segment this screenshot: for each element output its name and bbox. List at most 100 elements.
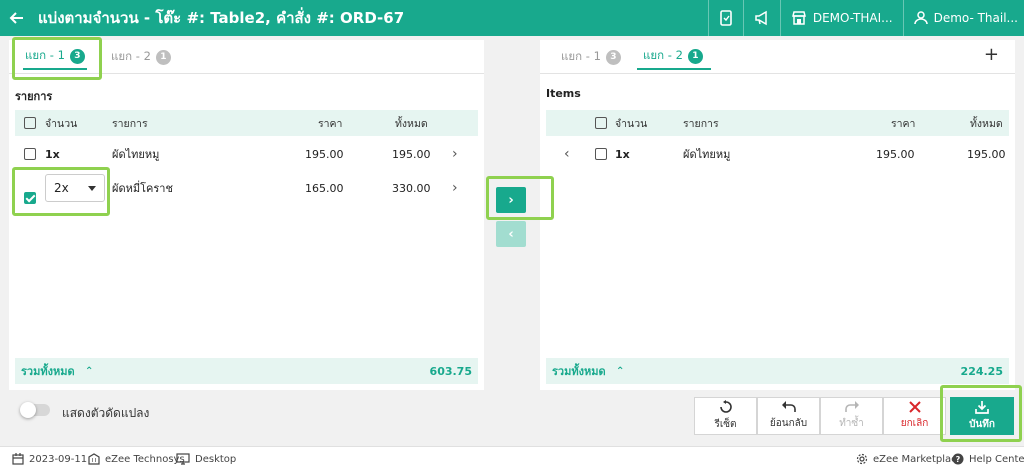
table-header: จำนวน รายการ ราคา ทั้งหมด	[15, 110, 478, 136]
undo-label: ย้อนกลับ	[769, 418, 808, 429]
chevron-left-icon: ‹	[508, 226, 514, 242]
tab-count-badge: 1	[155, 49, 171, 65]
row-total: 195.00	[392, 147, 431, 161]
close-icon	[908, 401, 921, 416]
column-price: ราคา	[318, 117, 343, 130]
undo-icon	[781, 401, 797, 416]
page-title: แบ่งตามจำนวน - โต๊ะ #: Table2, คำสั่ง #:…	[38, 9, 405, 27]
undo-button[interactable]: ย้อนกลับ	[757, 397, 820, 435]
chevron-right-icon[interactable]: ›	[452, 146, 458, 162]
cancel-button[interactable]: ยกเลิก	[883, 397, 946, 435]
table-row[interactable]: 1x ผัดไทยหมู 195.00 195.00 ›	[15, 138, 478, 170]
marketplace-link[interactable]: eZee Marketplace	[873, 454, 963, 465]
left-tab-split-2[interactable]: แยก - 2 1	[111, 44, 171, 70]
tablet-button[interactable]	[707, 0, 743, 36]
reset-label: รีเซ็ต	[714, 419, 737, 430]
redo-label: ทำซ้ำ	[839, 418, 864, 429]
total-bar[interactable]: รวมทั้งหมด ⌃ 224.25	[546, 358, 1009, 384]
footer-help[interactable]: ? Help Center	[952, 453, 1024, 465]
help-link[interactable]: Help Center	[969, 454, 1024, 465]
download-icon	[975, 400, 989, 417]
dropdown-caret-icon	[88, 185, 96, 191]
chevron-right-icon[interactable]: ›	[452, 180, 458, 196]
total-bar[interactable]: รวมทั้งหมด ⌃ 603.75	[15, 358, 478, 384]
footer-company: eZee Technosys	[88, 453, 185, 465]
save-button[interactable]: บันทึก	[950, 397, 1014, 435]
left-tab-bar: แยก - 1 3 แยก - 2 1	[9, 40, 484, 74]
device-text: Desktop	[195, 453, 237, 465]
right-split-panel: แยก - 1 3 แยก - 2 1 + Items จำนวน รายการ…	[540, 40, 1015, 390]
chevron-up-icon: ⌃	[85, 365, 94, 377]
user-icon	[913, 11, 928, 25]
announcement-button[interactable]	[742, 0, 780, 36]
select-all-checkbox[interactable]	[595, 117, 607, 129]
row-price: 165.00	[305, 181, 344, 195]
row-item: ผัดไทยหมู	[683, 148, 731, 161]
add-split-button[interactable]: +	[984, 44, 999, 65]
table-header: จำนวน รายการ ราคา ทั้งหมด	[546, 110, 1009, 136]
row-total: 330.00	[392, 181, 431, 195]
back-arrow-icon[interactable]	[0, 0, 34, 36]
store-icon	[791, 10, 807, 26]
column-qty: จำนวน	[45, 117, 78, 130]
reset-button[interactable]: รีเซ็ต	[694, 397, 757, 435]
toggle-knob	[20, 402, 36, 418]
move-right-button[interactable]: ›	[496, 187, 526, 213]
megaphone-icon	[754, 10, 770, 26]
column-total: ทั้งหมด	[970, 117, 1003, 130]
total-label: รวมทั้งหมด	[21, 365, 75, 378]
calendar-icon	[12, 453, 29, 465]
select-all-checkbox[interactable]	[24, 117, 36, 129]
column-item: รายการ	[112, 117, 148, 130]
row-checkbox[interactable]	[24, 192, 36, 204]
tab-count-badge: 1	[687, 48, 703, 64]
building-icon	[88, 453, 105, 465]
property-selector[interactable]: DEMO-THAI...	[779, 0, 903, 36]
column-item: รายการ	[683, 117, 719, 130]
move-left-button[interactable]: ‹	[496, 221, 526, 247]
total-label: รวมทั้งหมด	[552, 365, 606, 378]
column-qty: จำนวน	[615, 117, 648, 130]
reset-icon	[719, 400, 733, 417]
right-tab-bar: แยก - 1 3 แยก - 2 1 +	[540, 40, 1015, 74]
row-item: ผัดไทยหมู	[112, 148, 160, 161]
row-qty: 1x	[45, 147, 60, 161]
right-tab-split-2[interactable]: แยก - 2 1	[637, 44, 711, 70]
show-modifiers-label: แสดงตัวดัดแปลง	[62, 406, 150, 420]
tab-label: แยก - 1	[561, 49, 601, 63]
help-icon: ?	[952, 453, 969, 465]
chevron-up-icon: ⌃	[616, 365, 625, 377]
row-item: ผัดหมี่โคราช	[112, 182, 173, 195]
redo-icon	[844, 401, 860, 416]
quantity-value: 2x	[54, 181, 69, 195]
total-value: 224.25	[960, 364, 1003, 378]
footer-device: Desktop	[176, 453, 236, 465]
row-price: 195.00	[876, 147, 915, 161]
footer-marketplace[interactable]: eZee Marketplace	[856, 453, 963, 465]
column-total: ทั้งหมด	[395, 117, 428, 130]
left-split-panel: แยก - 1 3 แยก - 2 1 รายการ จำนวน รายการ …	[9, 40, 484, 390]
redo-button[interactable]: ทำซ้ำ	[820, 397, 883, 435]
column-price: ราคา	[891, 117, 916, 130]
property-name: DEMO-THAI...	[812, 11, 893, 25]
section-title: Items	[546, 87, 581, 100]
date-text: 2023-09-11	[29, 453, 88, 465]
row-checkbox[interactable]	[595, 148, 607, 160]
row-price: 195.00	[305, 147, 344, 161]
chevron-right-icon: ›	[508, 192, 514, 208]
total-value: 603.75	[429, 364, 472, 378]
show-modifiers-toggle[interactable]	[20, 402, 50, 418]
table-row[interactable]: ‹ 1x ผัดไทยหมู 195.00 195.00	[546, 138, 1009, 170]
section-title: รายการ	[15, 90, 53, 103]
tab-label: แยก - 2	[643, 48, 683, 62]
table-row[interactable]: 2x ผัดหมี่โคราช 165.00 330.00 ›	[15, 172, 478, 204]
footer-date: 2023-09-11	[12, 453, 87, 465]
gear-icon	[856, 453, 873, 465]
chevron-left-icon[interactable]: ‹	[564, 146, 570, 162]
quantity-select[interactable]: 2x	[45, 174, 105, 202]
right-tab-split-1[interactable]: แยก - 1 3	[561, 44, 621, 70]
tab-label: แยก - 1	[25, 48, 65, 62]
row-checkbox[interactable]	[24, 148, 36, 160]
user-menu[interactable]: Demo- Thail...	[902, 0, 1024, 36]
left-tab-split-1[interactable]: แยก - 1 3	[23, 44, 87, 70]
